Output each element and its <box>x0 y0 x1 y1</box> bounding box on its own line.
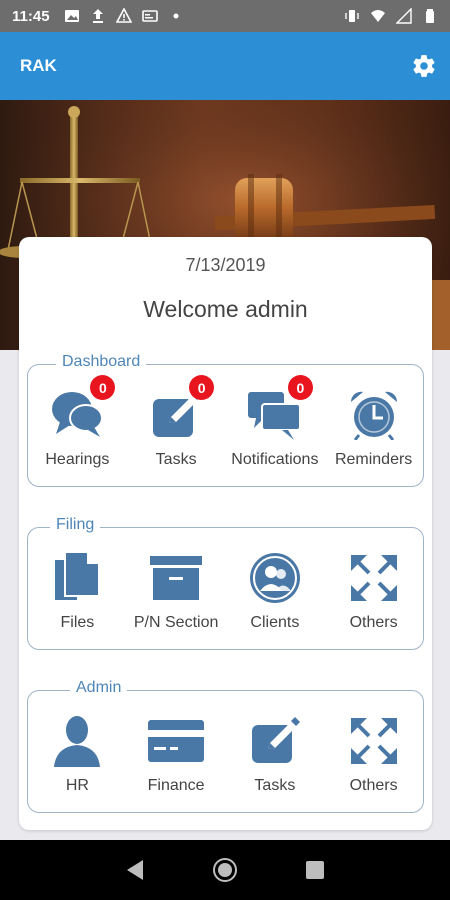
dashboard-section-title: Dashboard <box>56 353 147 371</box>
app-title: RAK <box>20 56 57 75</box>
signal-icon <box>396 8 412 24</box>
image-icon <box>64 10 79 22</box>
dot-icon <box>173 13 179 19</box>
admin-tasks-tile[interactable]: Tasks <box>226 713 325 795</box>
notifications-tile[interactable]: 0 Notifications <box>226 375 325 469</box>
files-label: Files <box>60 614 95 631</box>
messages-icon: 0 <box>247 375 313 443</box>
hr-label: HR <box>65 777 89 794</box>
card-icon <box>141 10 158 22</box>
credit-card-icon <box>148 713 205 769</box>
filing-section: Filing Files P/N Section Clients Others <box>27 516 424 650</box>
battery-icon <box>426 9 434 23</box>
recents-button[interactable] <box>300 855 330 885</box>
clients-label: Clients <box>250 614 300 631</box>
welcome-message: Welcome admin <box>143 296 308 322</box>
archive-box-icon <box>148 550 204 606</box>
tasks-label: Tasks <box>155 451 197 468</box>
vibrate-icon <box>345 10 359 22</box>
system-nav-bar <box>0 840 450 900</box>
hr-tile[interactable]: HR <box>28 713 127 795</box>
pn-section-tile[interactable]: P/N Section <box>127 550 226 632</box>
status-time: 11:45 <box>12 7 50 25</box>
expand-arrows-icon <box>346 550 402 606</box>
clients-tile[interactable]: Clients <box>226 550 325 632</box>
back-triangle-icon <box>127 860 143 880</box>
users-icon <box>247 550 303 606</box>
notifications-label: Notifications <box>231 451 319 468</box>
app-bar: RAK <box>0 32 450 100</box>
finance-tile[interactable]: Finance <box>127 713 226 795</box>
wifi-icon <box>371 10 385 22</box>
files-icon <box>49 550 105 606</box>
status-right-icons <box>344 8 438 24</box>
alarm-clock-icon <box>346 387 402 443</box>
tasks-badge: 0 <box>189 375 215 400</box>
dashboard-card: 7/13/2019 Welcome admin Dashboard 0 Hear… <box>19 237 432 830</box>
home-button[interactable] <box>210 855 240 885</box>
filing-section-title: Filing <box>50 516 101 534</box>
warning-icon <box>115 8 132 23</box>
admin-others-label: Others <box>349 777 398 794</box>
current-date: 7/13/2019 <box>185 255 266 275</box>
person-icon <box>49 713 105 769</box>
admin-others-tile[interactable]: Others <box>324 713 423 795</box>
hearings-tile[interactable]: 0 Hearings <box>28 375 127 469</box>
admin-section-title: Admin <box>70 679 128 697</box>
upload-icon <box>92 9 103 23</box>
admin-section: Admin HR Finance Tasks Others <box>27 679 424 813</box>
pn-section-label: P/N Section <box>133 614 219 631</box>
tasks-tile[interactable]: 0 Tasks <box>127 375 226 469</box>
status-left-icons <box>64 8 184 24</box>
reminders-tile[interactable]: Reminders <box>324 387 423 469</box>
recents-square-icon <box>306 861 324 879</box>
files-tile[interactable]: Files <box>28 550 127 632</box>
settings-button[interactable] <box>410 52 438 80</box>
reminders-label: Reminders <box>334 451 413 468</box>
expand-arrows-icon <box>346 713 402 769</box>
gear-icon <box>413 55 435 77</box>
admin-tasks-label: Tasks <box>254 777 296 794</box>
status-bar: 11:45 <box>0 0 450 32</box>
home-circle-icon <box>213 858 237 882</box>
hearings-label: Hearings <box>45 451 110 468</box>
back-button[interactable] <box>120 855 150 885</box>
dashboard-section: Dashboard 0 Hearings 0 Tasks 0 Notificat… <box>27 353 424 487</box>
notifications-badge: 0 <box>287 375 313 400</box>
filing-others-tile[interactable]: Others <box>324 550 423 632</box>
edit-icon: 0 <box>148 375 215 443</box>
finance-label: Finance <box>147 777 205 794</box>
edit-icon <box>247 713 303 769</box>
filing-others-label: Others <box>349 614 398 631</box>
hearings-badge: 0 <box>90 375 116 400</box>
chat-bubbles-icon: 0 <box>49 375 116 443</box>
